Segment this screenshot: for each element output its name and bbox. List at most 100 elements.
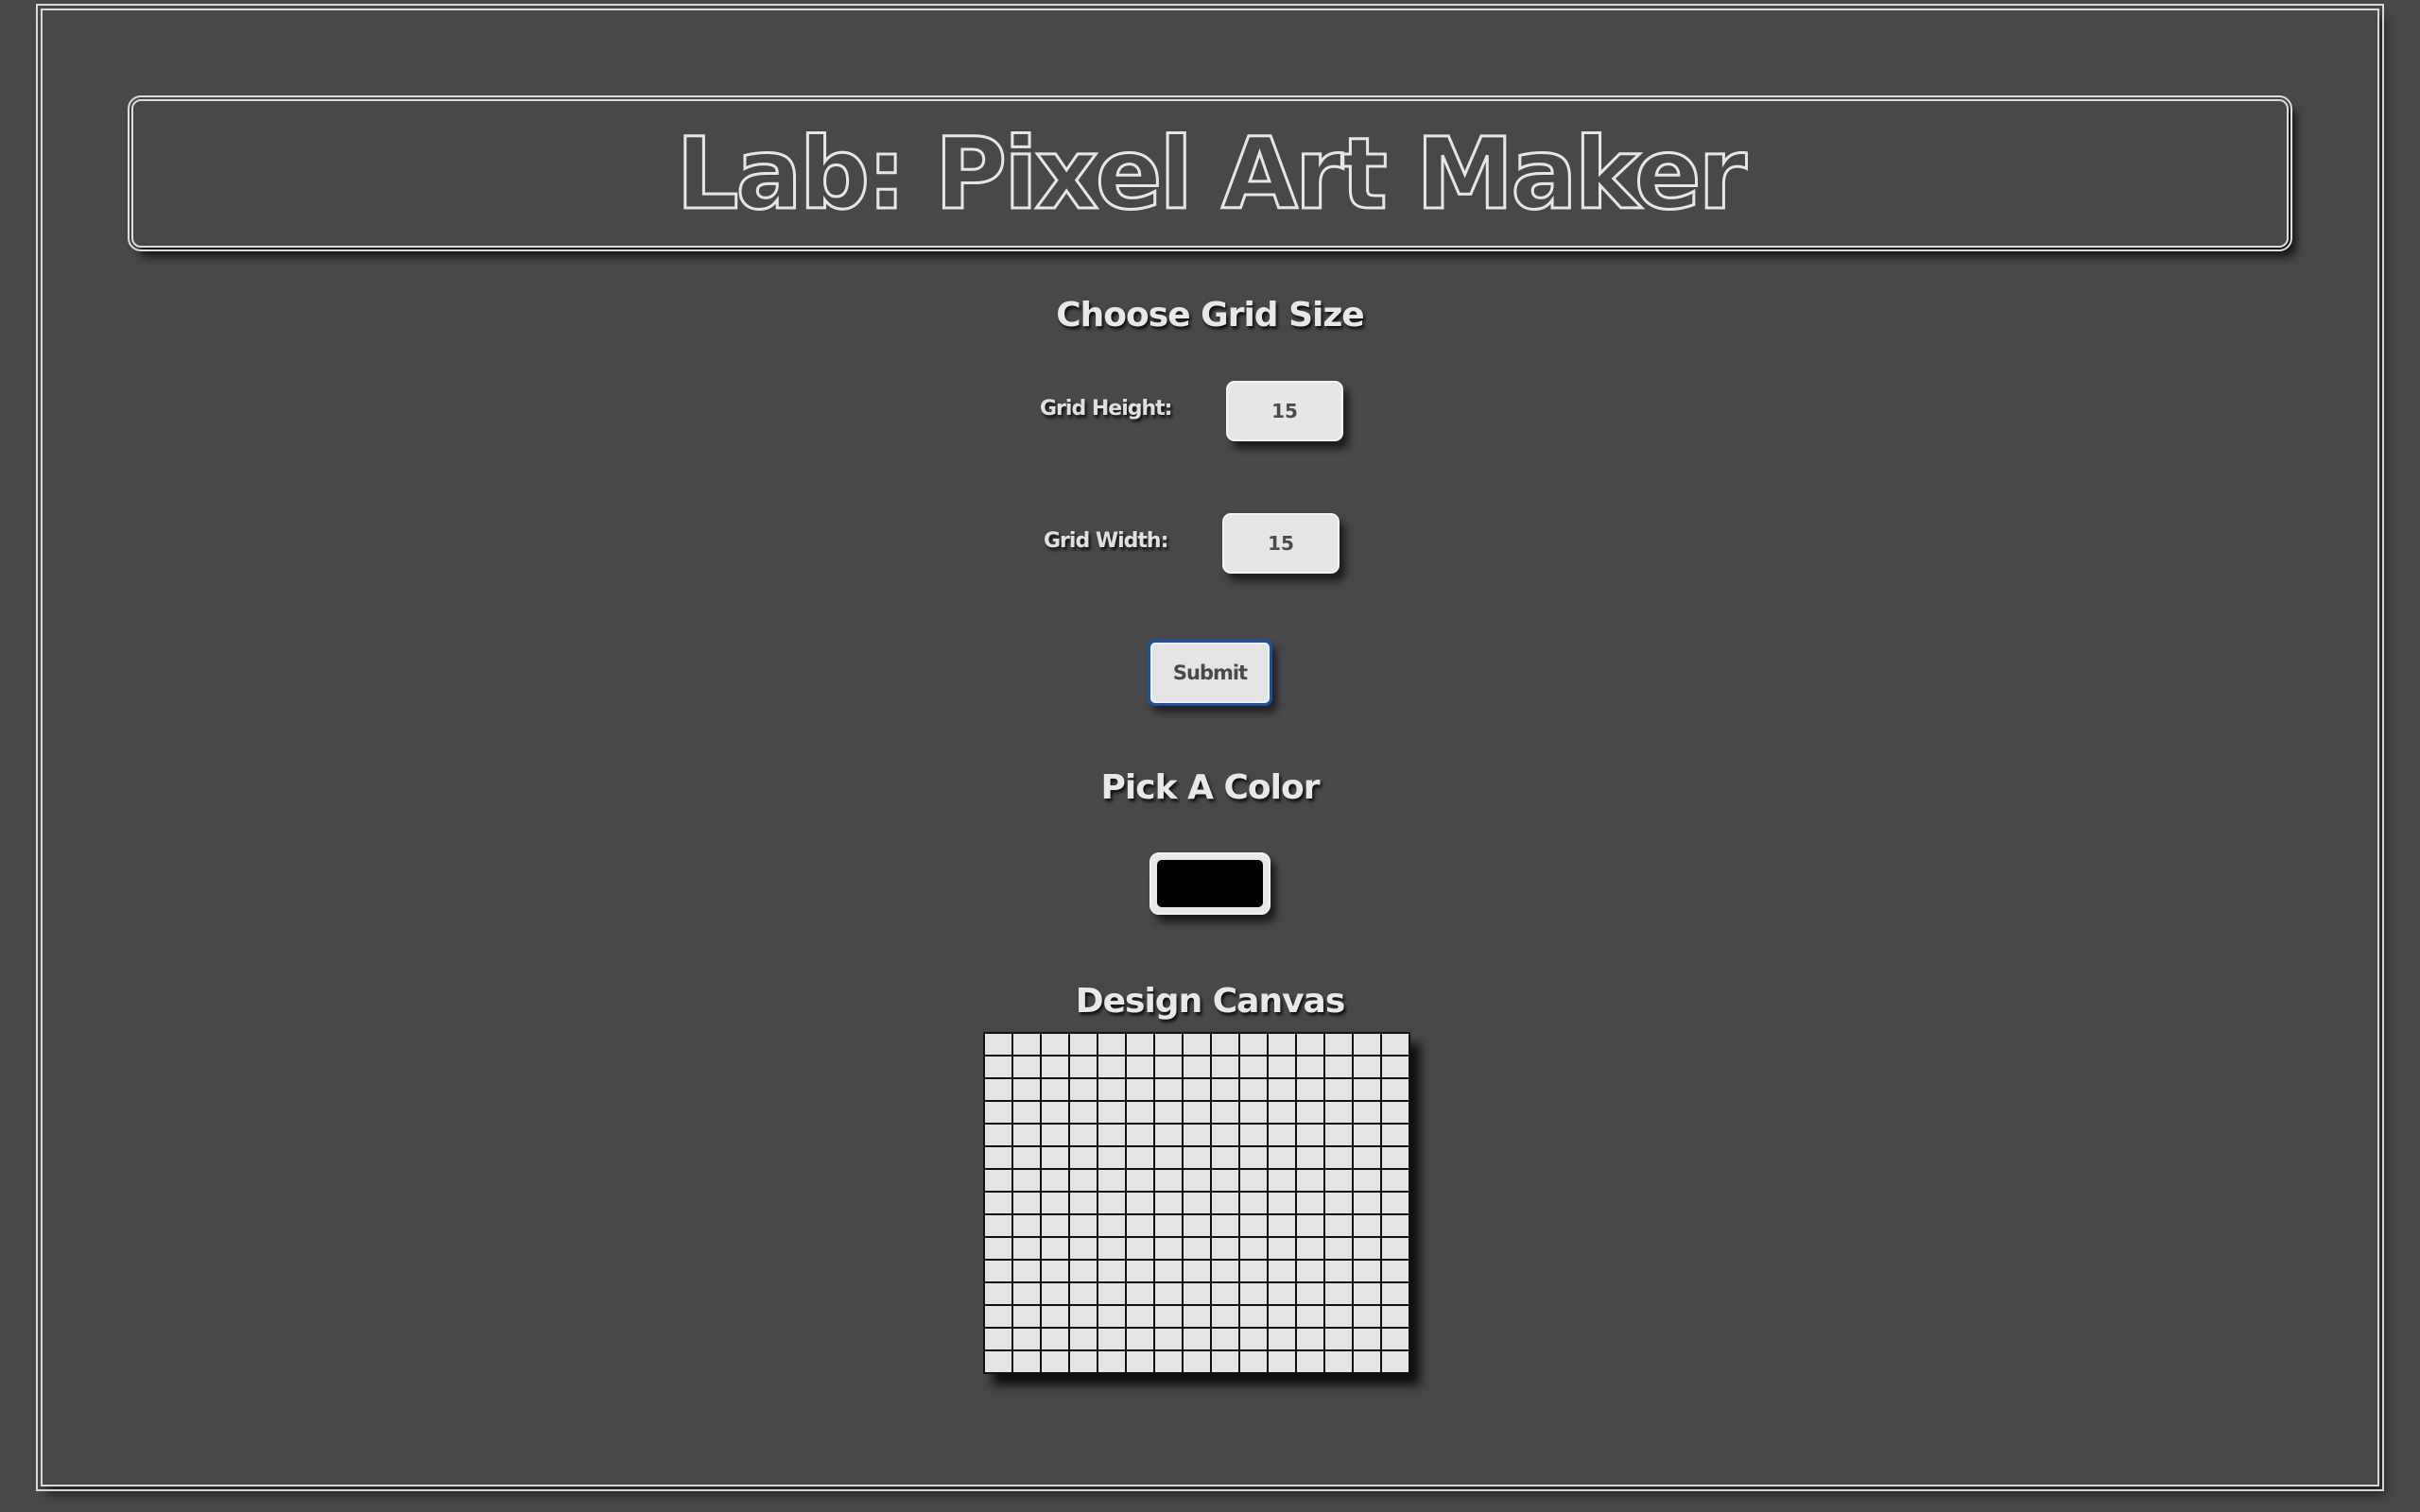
canvas-cell[interactable] [1068, 1349, 1098, 1374]
canvas-cell[interactable] [1040, 1327, 1070, 1351]
canvas-cell[interactable] [1210, 1259, 1240, 1283]
canvas-cell[interactable] [1323, 1304, 1354, 1329]
canvas-cell[interactable] [1267, 1168, 1297, 1193]
canvas-cell[interactable] [1182, 1236, 1212, 1261]
canvas-cell[interactable] [1125, 1304, 1155, 1329]
canvas-cell[interactable] [1068, 1032, 1098, 1057]
canvas-cell[interactable] [1210, 1032, 1240, 1057]
canvas-cell[interactable] [1182, 1077, 1212, 1102]
canvas-cell[interactable] [1238, 1349, 1269, 1374]
canvas-cell[interactable] [1352, 1055, 1382, 1079]
canvas-cell[interactable] [983, 1032, 1013, 1057]
canvas-cell[interactable] [1295, 1145, 1325, 1170]
canvas-cell[interactable] [1097, 1100, 1127, 1125]
canvas-cell[interactable] [1352, 1259, 1382, 1283]
canvas-cell[interactable] [983, 1145, 1013, 1170]
canvas-cell[interactable] [1267, 1100, 1297, 1125]
canvas-cell[interactable] [1125, 1259, 1155, 1283]
canvas-cell[interactable] [1097, 1032, 1127, 1057]
canvas-cell[interactable] [1125, 1327, 1155, 1351]
canvas-cell[interactable] [1352, 1281, 1382, 1306]
canvas-cell[interactable] [1210, 1055, 1240, 1079]
canvas-cell[interactable] [1295, 1349, 1325, 1374]
canvas-cell[interactable] [1295, 1055, 1325, 1079]
canvas-cell[interactable] [1125, 1100, 1155, 1125]
canvas-cell[interactable] [1238, 1032, 1269, 1057]
canvas-cell[interactable] [1125, 1213, 1155, 1238]
canvas-cell[interactable] [1380, 1327, 1410, 1351]
canvas-cell[interactable] [1068, 1281, 1098, 1306]
canvas-cell[interactable] [1011, 1281, 1042, 1306]
grid-height-input[interactable] [1226, 381, 1343, 441]
canvas-cell[interactable] [1267, 1304, 1297, 1329]
canvas-cell[interactable] [1153, 1100, 1184, 1125]
canvas-cell[interactable] [1380, 1100, 1410, 1125]
canvas-cell[interactable] [1068, 1236, 1098, 1261]
canvas-cell[interactable] [1295, 1032, 1325, 1057]
canvas-cell[interactable] [1295, 1123, 1325, 1147]
canvas-cell[interactable] [1352, 1327, 1382, 1351]
canvas-cell[interactable] [1153, 1281, 1184, 1306]
canvas-cell[interactable] [1323, 1349, 1354, 1374]
canvas-cell[interactable] [1182, 1213, 1212, 1238]
canvas-cell[interactable] [1380, 1191, 1410, 1215]
canvas-cell[interactable] [1097, 1281, 1127, 1306]
canvas-cell[interactable] [1380, 1055, 1410, 1079]
canvas-cell[interactable] [1153, 1055, 1184, 1079]
canvas-cell[interactable] [1210, 1168, 1240, 1193]
canvas-cell[interactable] [1323, 1100, 1354, 1125]
canvas-cell[interactable] [1295, 1281, 1325, 1306]
canvas-cell[interactable] [1182, 1123, 1212, 1147]
canvas-cell[interactable] [1153, 1213, 1184, 1238]
canvas-cell[interactable] [1380, 1236, 1410, 1261]
canvas-cell[interactable] [1323, 1077, 1354, 1102]
canvas-cell[interactable] [1097, 1349, 1127, 1374]
canvas-cell[interactable] [1011, 1168, 1042, 1193]
canvas-cell[interactable] [983, 1191, 1013, 1215]
canvas-cell[interactable] [1153, 1032, 1184, 1057]
canvas-cell[interactable] [1097, 1213, 1127, 1238]
canvas-cell[interactable] [1153, 1236, 1184, 1261]
canvas-cell[interactable] [1380, 1259, 1410, 1283]
canvas-cell[interactable] [1295, 1077, 1325, 1102]
canvas-cell[interactable] [1182, 1168, 1212, 1193]
canvas-cell[interactable] [1068, 1055, 1098, 1079]
canvas-cell[interactable] [1097, 1168, 1127, 1193]
canvas-cell[interactable] [1352, 1100, 1382, 1125]
canvas-cell[interactable] [1068, 1168, 1098, 1193]
canvas-cell[interactable] [1238, 1327, 1269, 1351]
canvas-cell[interactable] [1238, 1236, 1269, 1261]
canvas-cell[interactable] [1323, 1259, 1354, 1283]
canvas-cell[interactable] [1267, 1259, 1297, 1283]
canvas-cell[interactable] [1040, 1168, 1070, 1193]
canvas-cell[interactable] [1352, 1123, 1382, 1147]
canvas-cell[interactable] [1011, 1259, 1042, 1283]
canvas-cell[interactable] [1097, 1123, 1127, 1147]
canvas-cell[interactable] [983, 1077, 1013, 1102]
canvas-cell[interactable] [1011, 1349, 1042, 1374]
canvas-cell[interactable] [1097, 1191, 1127, 1215]
canvas-cell[interactable] [1125, 1236, 1155, 1261]
canvas-cell[interactable] [1210, 1304, 1240, 1329]
canvas-cell[interactable] [1380, 1213, 1410, 1238]
canvas-cell[interactable] [1068, 1213, 1098, 1238]
canvas-cell[interactable] [1267, 1281, 1297, 1306]
canvas-cell[interactable] [1267, 1145, 1297, 1170]
canvas-cell[interactable] [1323, 1123, 1354, 1147]
canvas-cell[interactable] [983, 1327, 1013, 1351]
canvas-cell[interactable] [1380, 1032, 1410, 1057]
canvas-cell[interactable] [1068, 1077, 1098, 1102]
canvas-cell[interactable] [1125, 1123, 1155, 1147]
submit-button[interactable]: Submit [1148, 640, 1272, 706]
canvas-cell[interactable] [1238, 1100, 1269, 1125]
canvas-cell[interactable] [1238, 1281, 1269, 1306]
canvas-cell[interactable] [1068, 1304, 1098, 1329]
canvas-cell[interactable] [1040, 1123, 1070, 1147]
canvas-cell[interactable] [1267, 1327, 1297, 1351]
canvas-cell[interactable] [1323, 1327, 1354, 1351]
canvas-cell[interactable] [1380, 1304, 1410, 1329]
grid-width-input[interactable] [1222, 513, 1340, 574]
canvas-cell[interactable] [983, 1281, 1013, 1306]
canvas-cell[interactable] [1153, 1123, 1184, 1147]
canvas-cell[interactable] [1323, 1281, 1354, 1306]
